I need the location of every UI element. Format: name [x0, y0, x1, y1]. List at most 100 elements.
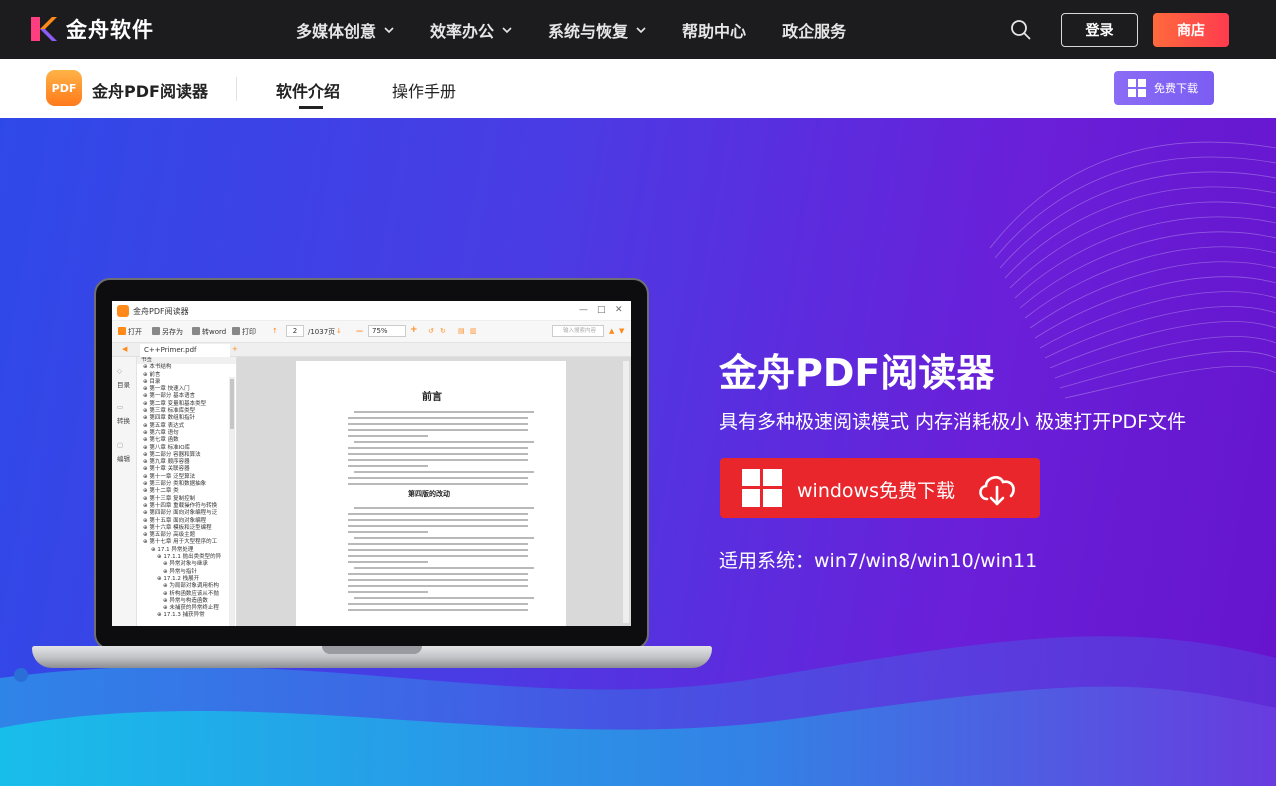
text-line — [348, 429, 528, 431]
side-item-toc: 目录 — [117, 381, 130, 389]
save-icon — [152, 327, 160, 335]
page-total: /1037页 — [308, 328, 336, 336]
tree-item: ⊕ 17.1.3 捕获异常 — [157, 612, 205, 619]
folder-icon — [118, 327, 126, 335]
collapse-icon: ◀ — [122, 345, 128, 353]
search-prev-icon: ▲ — [609, 327, 615, 335]
nav-item-label: 帮助中心 — [682, 21, 747, 41]
hero-banner: 金舟PDF阅读器 — □ ✕ 打开 另存为 转word 打印 ↑ 2 /1037… — [0, 118, 1276, 786]
tab-user-manual[interactable]: 操作手册 — [392, 78, 456, 102]
text-line — [354, 597, 534, 599]
bookmark-tree: 书签 ⊕ 本书结构 ⊕ 前言 ⊕ 目录 ⊕ 第一章 快速入门 ⊕ 第一部分 基本语言 ⊕ … — [137, 357, 237, 626]
toolbar-to-word: 转word — [192, 327, 226, 337]
app-search-field: 输入搜索内容 — [552, 325, 604, 337]
word-icon — [192, 327, 200, 335]
tree-item: ⊕ 第七章 函数 — [143, 437, 179, 444]
text-line — [348, 561, 428, 563]
pdf-page: 前言 第四版的改动 — [296, 361, 566, 626]
tree-item: ⊕ 异常与构造函数 — [163, 597, 208, 604]
layout-icon: ▤ — [458, 327, 465, 335]
tab-software-intro[interactable]: 软件介绍 — [276, 78, 340, 102]
windows-icon — [742, 469, 782, 507]
chevron-down-icon — [636, 26, 646, 33]
minimize-icon: — — [579, 305, 588, 315]
slide-indicator-dot[interactable] — [14, 668, 28, 682]
app-side-rail: ◇ 目录 ▭ 转换 ▢ 编辑 — [112, 357, 137, 626]
free-download-label: 免费下载 — [1154, 82, 1198, 95]
text-line — [348, 549, 528, 551]
side-item-convert: 转换 — [117, 417, 130, 425]
tree-scroll-thumb — [230, 379, 234, 429]
app-titlebar: 金舟PDF阅读器 — □ ✕ — [112, 301, 631, 321]
text-line — [348, 585, 528, 587]
text-line — [348, 477, 528, 479]
nav-item-enterprise[interactable]: 政企服务 — [782, 18, 846, 42]
tree-item: ⊕ 异常对象与继承 — [163, 561, 208, 568]
nav-item-office[interactable]: 效率办公 — [430, 18, 512, 42]
text-line — [354, 537, 534, 539]
tree-item: ⊕ 第二章 变量和基本类型 — [143, 400, 207, 407]
os-compatibility: 适用系统：win7/win8/win10/win11 — [719, 550, 1038, 572]
free-download-button[interactable]: 免费下载 — [1114, 71, 1214, 105]
text-line — [348, 417, 528, 419]
layout-double-icon: ▥ — [470, 327, 477, 335]
tree-item: ⊕ 为局部对象调用析构 — [163, 583, 219, 590]
nav-item-label: 系统与恢复 — [548, 21, 629, 41]
zoom-out-icon: — — [356, 327, 363, 335]
main-nav: 多媒体创意 效率办公 系统与恢复 帮助中心 政企服务 — [296, 0, 882, 59]
text-line — [348, 483, 528, 485]
brand-logo-icon — [31, 17, 57, 41]
side-item-edit: 编辑 — [117, 455, 130, 463]
page-number-field: 2 — [286, 325, 304, 337]
tree-item: ⊕ 17.1 异常处理 — [151, 546, 194, 553]
app-title: 金舟PDF阅读器 — [133, 307, 189, 316]
laptop-notch — [322, 646, 422, 654]
close-icon: ✕ — [615, 305, 623, 315]
text-line — [348, 555, 528, 557]
text-line — [348, 609, 528, 611]
text-line — [348, 459, 528, 461]
search-icon[interactable] — [1009, 18, 1033, 42]
brand-name: 金舟软件 — [66, 18, 154, 42]
nav-item-system[interactable]: 系统与恢复 — [548, 18, 646, 42]
text-line — [348, 531, 428, 533]
arrow-down-icon: ↓ — [336, 327, 342, 335]
document-canvas: 前言 第四版的改动 — [237, 357, 631, 626]
nav-item-label: 政企服务 — [782, 21, 847, 41]
new-tab-icon: + — [232, 345, 238, 353]
product-name[interactable]: 金舟PDF阅读器 — [92, 78, 208, 102]
text-line — [348, 453, 528, 455]
text-line — [348, 423, 528, 425]
tree-item: ⊕ 异常与指针 — [163, 568, 197, 575]
tree-item: ⊕ 析构函数应该从不抛 — [163, 590, 219, 597]
tree-item: ⊕ 本书结构 — [143, 364, 172, 371]
tree-item: ⊕ 第八章 标准IO库 — [143, 444, 191, 451]
nav-item-help[interactable]: 帮助中心 — [682, 18, 746, 42]
text-line — [348, 447, 528, 449]
document-tab: C++Primer.pdf — [140, 344, 230, 357]
text-line — [348, 465, 428, 467]
text-line — [354, 567, 534, 569]
arrow-up-icon: ↑ — [272, 327, 278, 335]
top-navbar: 金舟软件 多媒体创意 效率办公 系统与恢复 帮助中心 政企服务 登录 商店 — [0, 0, 1276, 59]
store-button[interactable]: 商店 — [1153, 13, 1229, 47]
login-button[interactable]: 登录 — [1061, 13, 1138, 47]
tree-item: ⊕ 第十三章 复制控制 — [143, 495, 196, 502]
search-next-icon: ▼ — [619, 327, 625, 335]
nav-item-label: 多媒体创意 — [296, 21, 377, 41]
windows-icon — [1128, 79, 1146, 97]
brand-logo[interactable]: 金舟软件 — [28, 14, 154, 44]
nav-item-label: 效率办公 — [430, 21, 495, 41]
hero-subtitle: 具有多种极速阅读模式 内存消耗极小 极速打开PDF文件 — [719, 411, 1187, 433]
text-line — [348, 543, 528, 545]
product-logo-icon[interactable]: PDF — [46, 70, 82, 106]
hero-title: 金舟PDF阅读器 — [719, 351, 995, 395]
app-screenshot: 金舟PDF阅读器 — □ ✕ 打开 另存为 转word 打印 ↑ 2 /1037… — [112, 301, 631, 626]
bookmark-icon: ◇ — [117, 367, 122, 375]
windows-download-label: windows免费下载 — [797, 480, 955, 502]
laptop-mockup: 金舟PDF阅读器 — □ ✕ 打开 另存为 转word 打印 ↑ 2 /1037… — [32, 278, 712, 673]
nav-item-multimedia[interactable]: 多媒体创意 — [296, 18, 394, 42]
windows-download-button[interactable]: windows免费下载 — [720, 458, 1040, 518]
tree-rows: ⊕ 本书结构 ⊕ 前言 ⊕ 目录 ⊕ 第一章 快速入门 ⊕ 第一部分 基本语言 ⊕ 第二章… — [137, 364, 236, 619]
tree-item: ⊕ 第四章 数组和指针 — [143, 415, 196, 422]
